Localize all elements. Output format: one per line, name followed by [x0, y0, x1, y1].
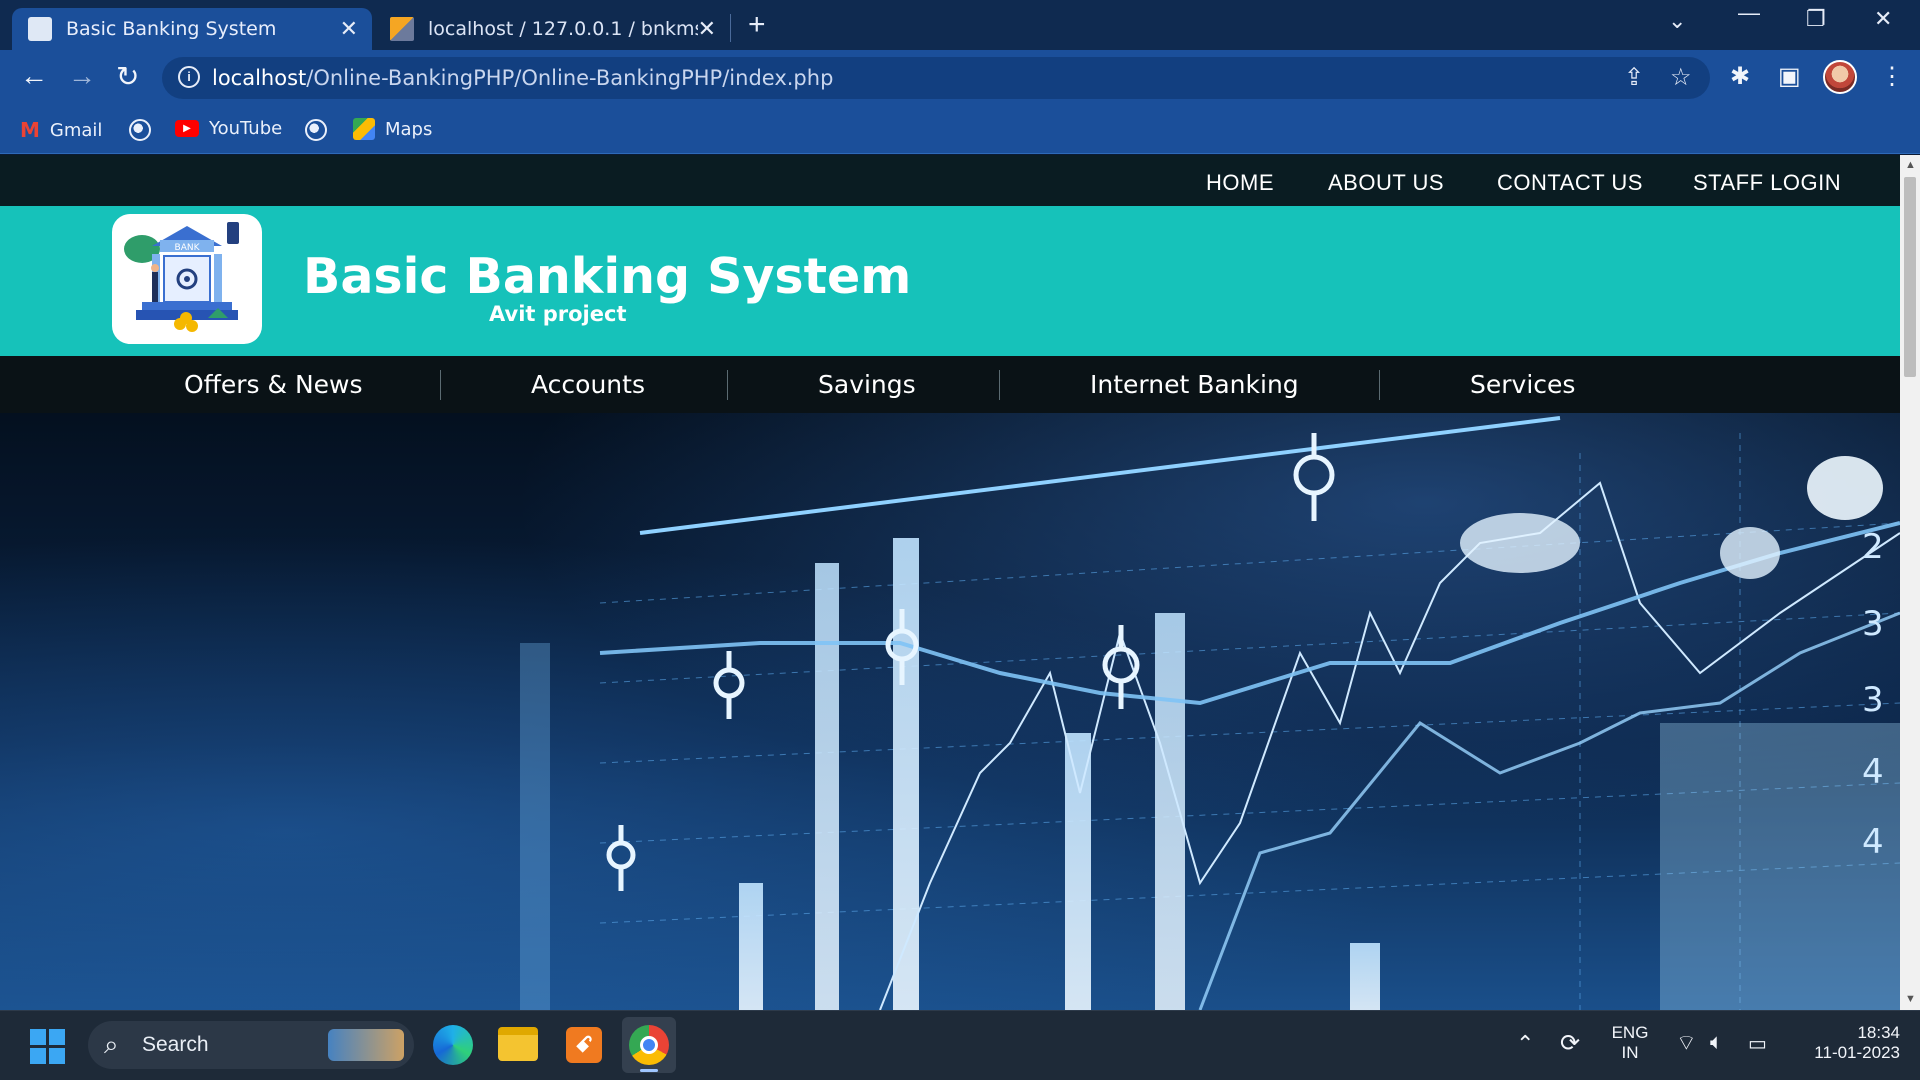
nav-contact-us[interactable]: CONTACT US — [1497, 170, 1643, 196]
edge-browser-icon[interactable] — [433, 1025, 473, 1065]
site-info-icon[interactable]: i — [178, 66, 200, 88]
nav-staff-login[interactable]: STAFF LOGIN — [1693, 170, 1841, 196]
maps-icon — [353, 118, 375, 140]
site-main-nav: Offers & News Accounts Savings Internet … — [0, 356, 1900, 413]
close-tab-icon[interactable]: ✕ — [698, 17, 716, 42]
webpage: HOME ABOUT US CONTACT US STAFF LOGIN BAN… — [0, 155, 1900, 1010]
bank-logo[interactable]: BANK — [112, 214, 262, 344]
file-explorer-icon[interactable] — [498, 1027, 538, 1061]
globe-icon[interactable] — [305, 119, 327, 141]
windows-start-icon[interactable] — [30, 1029, 66, 1065]
bank-building-icon: BANK — [124, 222, 239, 332]
bank-favicon-icon — [28, 17, 52, 41]
xampp-icon[interactable]: ꗃ — [566, 1027, 602, 1063]
sync-status-icon[interactable]: ⟳ — [1560, 1029, 1580, 1058]
browser-toolbar: ← → ↻ i localhost/Online-BankingPHP/Onli… — [0, 50, 1920, 106]
search-highlight-icon — [328, 1029, 404, 1061]
bookmark-gmail[interactable]: M Gmail — [20, 118, 102, 142]
site-top-nav: HOME ABOUT US CONTACT US STAFF LOGIN — [0, 155, 1900, 206]
site-banner: BANK Basic Banking System Avit project — [0, 206, 1900, 356]
new-tab-button[interactable]: + — [748, 8, 766, 42]
chrome-taskbar-button[interactable] — [622, 1017, 676, 1073]
nav-savings[interactable]: Savings — [818, 370, 916, 399]
taskbar-search[interactable]: ⌕ Search — [88, 1021, 414, 1069]
show-hidden-icons-chevron-icon[interactable]: ⌃ — [1516, 1031, 1534, 1057]
bookmark-maps[interactable]: Maps — [353, 118, 432, 140]
menu-kebab-icon[interactable]: ⋮ — [1880, 62, 1904, 91]
profile-avatar[interactable] — [1823, 60, 1857, 94]
tab-separator — [730, 14, 731, 42]
bookmarks-bar: M Gmail ▶ YouTube Maps — [0, 106, 1920, 154]
bookmark-star-icon[interactable]: ☆ — [1670, 63, 1692, 92]
site-title: Basic Banking System — [303, 248, 912, 305]
tab-phpmyadmin[interactable]: localhost / 127.0.0.1 / bnkms / sta ✕ — [380, 8, 730, 50]
financial-graph-illustration: 2 3 3 4 4 — [520, 416, 1900, 1010]
bookmark-youtube[interactable]: ▶ YouTube — [175, 118, 282, 139]
nav-home[interactable]: HOME — [1206, 170, 1274, 196]
hero-axis-label: 4 — [1862, 822, 1884, 862]
hero-axis-label: 3 — [1862, 680, 1884, 720]
back-button[interactable]: ← — [20, 60, 48, 92]
scroll-thumb[interactable] — [1904, 177, 1916, 377]
reload-button[interactable]: ↻ — [116, 60, 139, 93]
tab-basic-banking[interactable]: Basic Banking System ✕ — [12, 8, 372, 50]
nav-divider — [1379, 370, 1380, 400]
hero-axis-label: 4 — [1862, 752, 1884, 792]
nav-services[interactable]: Services — [1470, 370, 1575, 399]
tab-title: localhost / 127.0.0.1 / bnkms / sta — [428, 18, 698, 40]
nav-accounts[interactable]: Accounts — [531, 370, 645, 399]
forward-button[interactable]: → — [68, 60, 96, 92]
share-icon[interactable]: ⇪ — [1624, 63, 1644, 92]
search-icon: ⌕ — [104, 1029, 119, 1059]
minimize-button[interactable]: — — [1738, 0, 1760, 26]
side-panel-icon[interactable]: ▣ — [1778, 62, 1801, 91]
restore-button[interactable]: ❐ — [1806, 6, 1826, 32]
globe-icon[interactable] — [129, 119, 151, 141]
phpmyadmin-favicon-icon — [390, 17, 414, 41]
nav-divider — [999, 370, 1000, 400]
hero-banner-image: 2 3 3 4 4 — [0, 413, 1900, 1010]
volume-icon[interactable]: 🔈︎ — [1710, 1029, 1723, 1055]
url-text[interactable]: localhost/Online-BankingPHP/Online-Banki… — [212, 66, 833, 90]
browser-titlebar: Basic Banking System ✕ localhost / 127.0… — [0, 0, 1920, 50]
scroll-up-arrow-icon[interactable]: ▲ — [1905, 159, 1916, 171]
windows-taskbar: ⌕ Search ꗃ ⌃ ⟳ ENG IN ⌔ 🔈︎ ▭ 18:34 11-01… — [0, 1010, 1920, 1080]
hero-axis-label: 3 — [1862, 604, 1884, 644]
battery-icon[interactable]: ▭ — [1748, 1031, 1767, 1056]
nav-divider — [440, 370, 441, 400]
chrome-icon — [629, 1025, 669, 1065]
nav-about-us[interactable]: ABOUT US — [1328, 170, 1444, 196]
site-subtitle: Avit project — [489, 302, 627, 326]
language-indicator[interactable]: ENG IN — [1610, 1023, 1650, 1063]
close-window-button[interactable]: ✕ — [1874, 6, 1892, 32]
tab-search-chevron-icon[interactable]: ⌄ — [1668, 8, 1686, 34]
nav-internet-banking[interactable]: Internet Banking — [1090, 370, 1299, 399]
close-tab-icon[interactable]: ✕ — [340, 17, 358, 42]
nav-divider — [727, 370, 728, 400]
logo-text: BANK — [175, 243, 201, 253]
gmail-icon: M — [20, 118, 40, 142]
hero-axis-label: 2 — [1862, 527, 1884, 567]
address-bar[interactable]: i localhost/Online-BankingPHP/Online-Ban… — [162, 57, 1710, 99]
extensions-icon[interactable]: ✱ — [1730, 62, 1750, 91]
tab-title: Basic Banking System — [66, 18, 277, 40]
page-scrollbar[interactable]: ▲ ▼ — [1900, 155, 1920, 1010]
clock[interactable]: 18:34 11-01-2023 — [1790, 1023, 1900, 1063]
wifi-icon[interactable]: ⌔ — [1676, 1029, 1697, 1057]
scroll-down-arrow-icon[interactable]: ▼ — [1905, 993, 1916, 1005]
youtube-icon: ▶ — [175, 120, 199, 137]
nav-offers-news[interactable]: Offers & News — [184, 370, 363, 399]
